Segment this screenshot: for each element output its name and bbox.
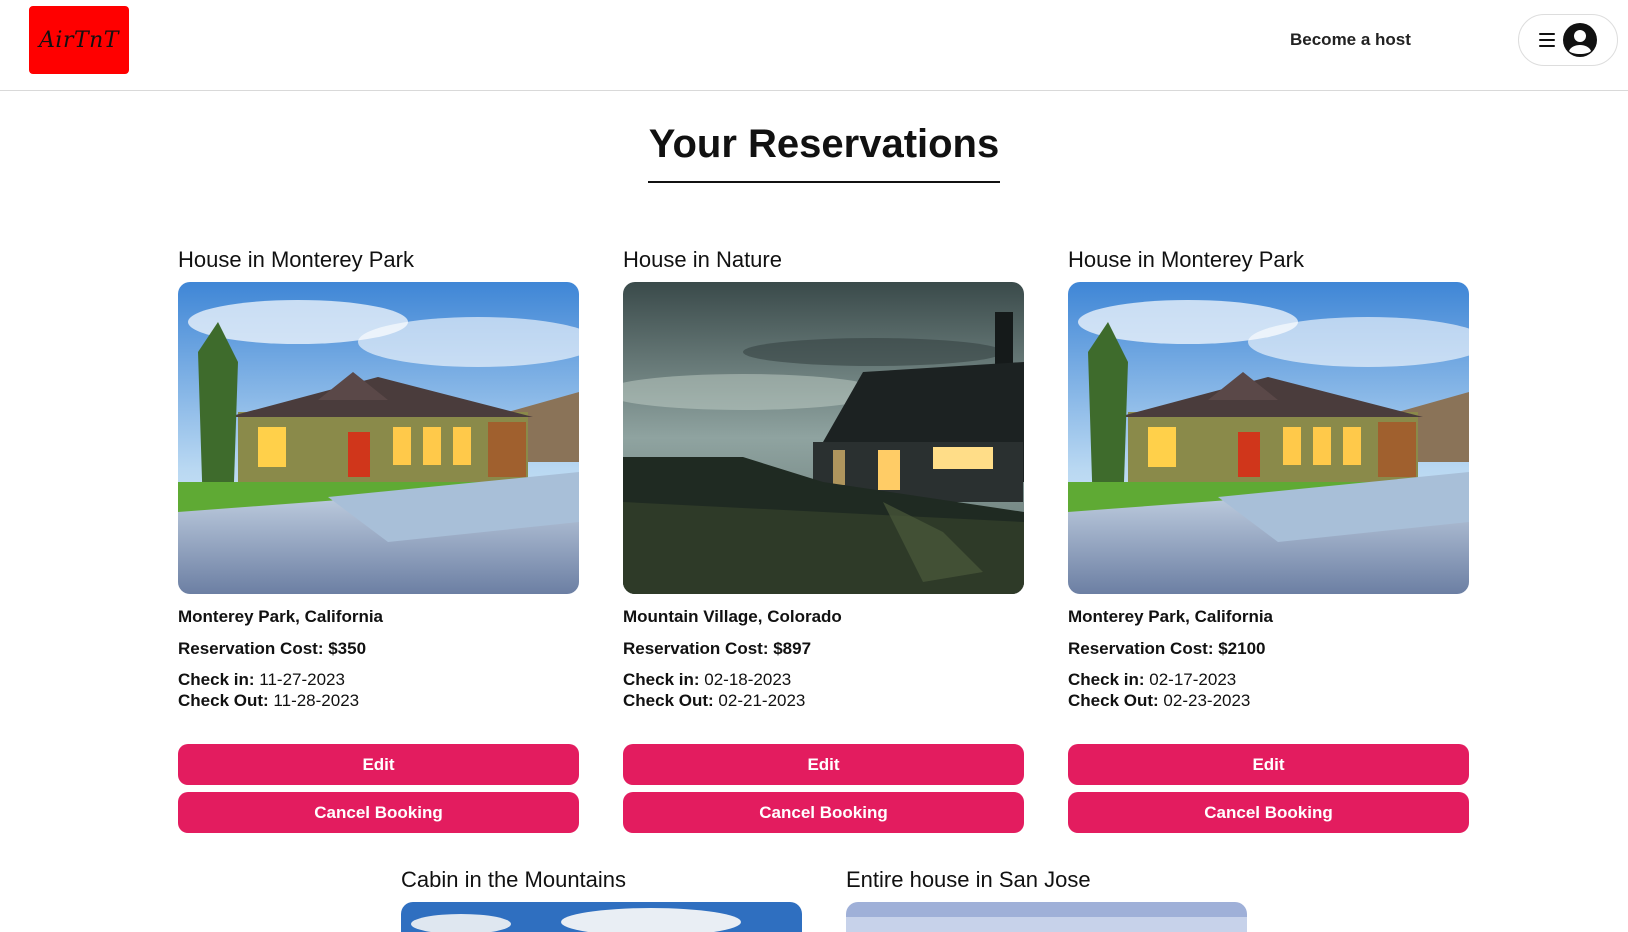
cancel-booking-button[interactable]: Cancel Booking — [178, 792, 579, 833]
listing-photo[interactable] — [623, 282, 1024, 594]
edit-button[interactable]: Edit — [178, 744, 579, 785]
listing-photo[interactable] — [1068, 282, 1469, 594]
cost-value: $897 — [773, 639, 812, 658]
reservation-card: House in Monterey Park Monterey Park, Ca… — [178, 246, 579, 833]
reservation-dates: Check in: 02-17-2023 Check Out: 02-23-20… — [1068, 669, 1469, 711]
airtnt-logo[interactable]: AirTnT — [29, 6, 129, 74]
reservation-cost: Reservation Cost: $2100 — [1068, 638, 1469, 660]
page-title: Your Reservations — [648, 122, 1000, 166]
listing-title: House in Nature — [623, 247, 782, 272]
reservation-card: Cabin in the Mountains — [401, 866, 802, 932]
checkin-date: 02-17-2023 — [1149, 670, 1237, 689]
checkout-date: 02-21-2023 — [718, 691, 806, 710]
edit-button[interactable]: Edit — [1068, 744, 1469, 785]
reservation-card: Entire house in San Jose — [846, 866, 1247, 932]
listing-title: Entire house in San Jose — [846, 867, 1091, 892]
cost-value: $350 — [328, 639, 367, 658]
checkout-label: Check Out: — [623, 691, 714, 710]
listing-photo[interactable] — [401, 902, 802, 932]
checkout-date: 11-28-2023 — [273, 691, 360, 710]
cost-label: Reservation Cost: — [623, 639, 769, 658]
checkout-label: Check Out: — [1068, 691, 1159, 710]
cancel-booking-button[interactable]: Cancel Booking — [1068, 792, 1469, 833]
checkout-label: Check Out: — [178, 691, 269, 710]
reservation-card: House in Monterey Park Monterey Park, Ca… — [1068, 246, 1469, 833]
checkout-date: 02-23-2023 — [1163, 691, 1251, 710]
cost-label: Reservation Cost: — [1068, 639, 1214, 658]
listing-title: House in Monterey Park — [1068, 247, 1304, 272]
listing-photo[interactable] — [846, 902, 1247, 932]
listing-photo[interactable] — [178, 282, 579, 594]
top-navbar: AirTnT Become a host — [0, 0, 1628, 91]
title-underline — [648, 181, 1000, 183]
reservation-dates: Check in: 02-18-2023 Check Out: 02-21-20… — [623, 669, 1024, 711]
checkin-label: Check in: — [1068, 670, 1145, 689]
listing-title: Cabin in the Mountains — [401, 867, 627, 892]
reservation-cost: Reservation Cost: $897 — [623, 638, 1024, 660]
listing-title: House in Monterey Park — [178, 247, 414, 272]
checkin-label: Check in: — [623, 670, 700, 689]
listing-location: Mountain Village, Colorado — [623, 607, 842, 626]
listing-location: Monterey Park, California — [178, 607, 384, 626]
listing-location: Monterey Park, California — [1068, 607, 1274, 626]
cancel-booking-button[interactable]: Cancel Booking — [623, 792, 1024, 833]
reservation-card: House in Nature Mountain Village, Colora… — [623, 246, 1024, 833]
reservation-cost: Reservation Cost: $350 — [178, 638, 579, 660]
edit-button[interactable]: Edit — [623, 744, 1024, 785]
become-host-link[interactable]: Become a host — [1290, 28, 1411, 52]
checkin-date: 02-18-2023 — [704, 670, 792, 689]
cost-value: $2100 — [1218, 639, 1266, 658]
reservation-dates: Check in: 11-27-2023 Check Out: 11-28-20… — [178, 669, 579, 711]
checkin-label: Check in: — [178, 670, 255, 689]
cost-label: Reservation Cost: — [178, 639, 324, 658]
hamburger-icon — [1539, 33, 1555, 47]
user-circle-icon — [1563, 23, 1597, 57]
user-menu-button[interactable] — [1518, 14, 1618, 66]
checkin-date: 11-27-2023 — [259, 670, 345, 689]
logo-text: AirTnT — [39, 27, 119, 53]
